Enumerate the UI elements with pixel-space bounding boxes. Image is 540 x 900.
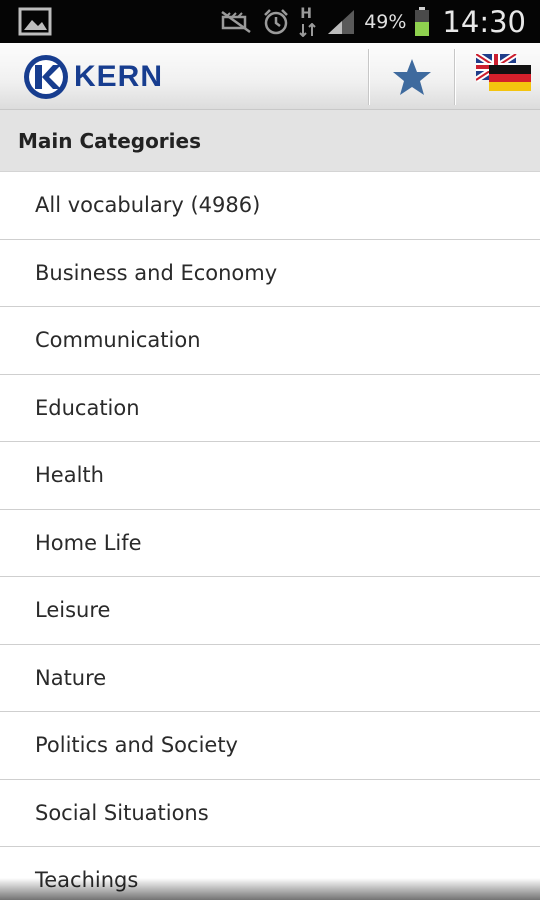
favorites-button[interactable] xyxy=(370,43,454,110)
battery-percent: 49% xyxy=(364,10,407,33)
status-clock: 14:30 xyxy=(442,4,526,39)
category-label: Communication xyxy=(35,328,201,352)
category-label: Politics and Society xyxy=(35,733,238,757)
category-item[interactable]: Education xyxy=(0,374,540,442)
category-label: Business and Economy xyxy=(35,260,278,285)
category-item[interactable]: Leisure xyxy=(0,577,540,645)
category-item[interactable]: Health xyxy=(0,442,540,510)
star-icon xyxy=(393,58,431,95)
german-flag-icon xyxy=(489,65,531,91)
battery-icon xyxy=(414,6,430,37)
mute-icon xyxy=(220,10,254,34)
category-item[interactable]: All vocabulary (4986) xyxy=(0,172,540,240)
category-item[interactable]: Social Situations xyxy=(0,779,540,847)
alarm-icon xyxy=(262,8,290,36)
category-label: Leisure xyxy=(35,598,111,622)
action-divider xyxy=(454,49,455,105)
logo-text: KERN xyxy=(74,60,164,93)
action-divider xyxy=(368,49,369,105)
category-item[interactable]: Teachings xyxy=(0,847,540,900)
category-item[interactable]: Home Life xyxy=(0,509,540,577)
language-button[interactable] xyxy=(456,43,540,110)
section-header: Main Categories xyxy=(0,110,540,172)
network-type-label: H xyxy=(300,5,312,22)
category-label: Social Situations xyxy=(35,800,209,825)
category-label: All vocabulary (4986) xyxy=(35,193,261,217)
signal-icon xyxy=(326,8,356,36)
category-item[interactable]: Politics and Society xyxy=(0,712,540,780)
category-item[interactable]: Nature xyxy=(0,644,540,712)
category-item[interactable]: Communication xyxy=(0,307,540,375)
category-label: Health xyxy=(35,463,104,487)
category-item[interactable]: Business and Economy xyxy=(0,239,540,307)
category-label: Nature xyxy=(35,665,107,690)
status-bar: H 49% 14:30 xyxy=(0,0,540,43)
data-arrows-icon: H xyxy=(298,6,318,38)
kern-logo-icon xyxy=(24,55,68,99)
image-icon xyxy=(18,7,52,36)
action-bar: KERN xyxy=(0,43,540,110)
category-label: Home Life xyxy=(35,530,142,555)
section-title: Main Categories xyxy=(18,129,201,153)
category-list: All vocabulary (4986) Business and Econo… xyxy=(0,172,540,900)
category-label: Education xyxy=(35,395,140,420)
category-label: Teachings xyxy=(35,868,139,892)
kern-logo: KERN xyxy=(22,53,163,101)
